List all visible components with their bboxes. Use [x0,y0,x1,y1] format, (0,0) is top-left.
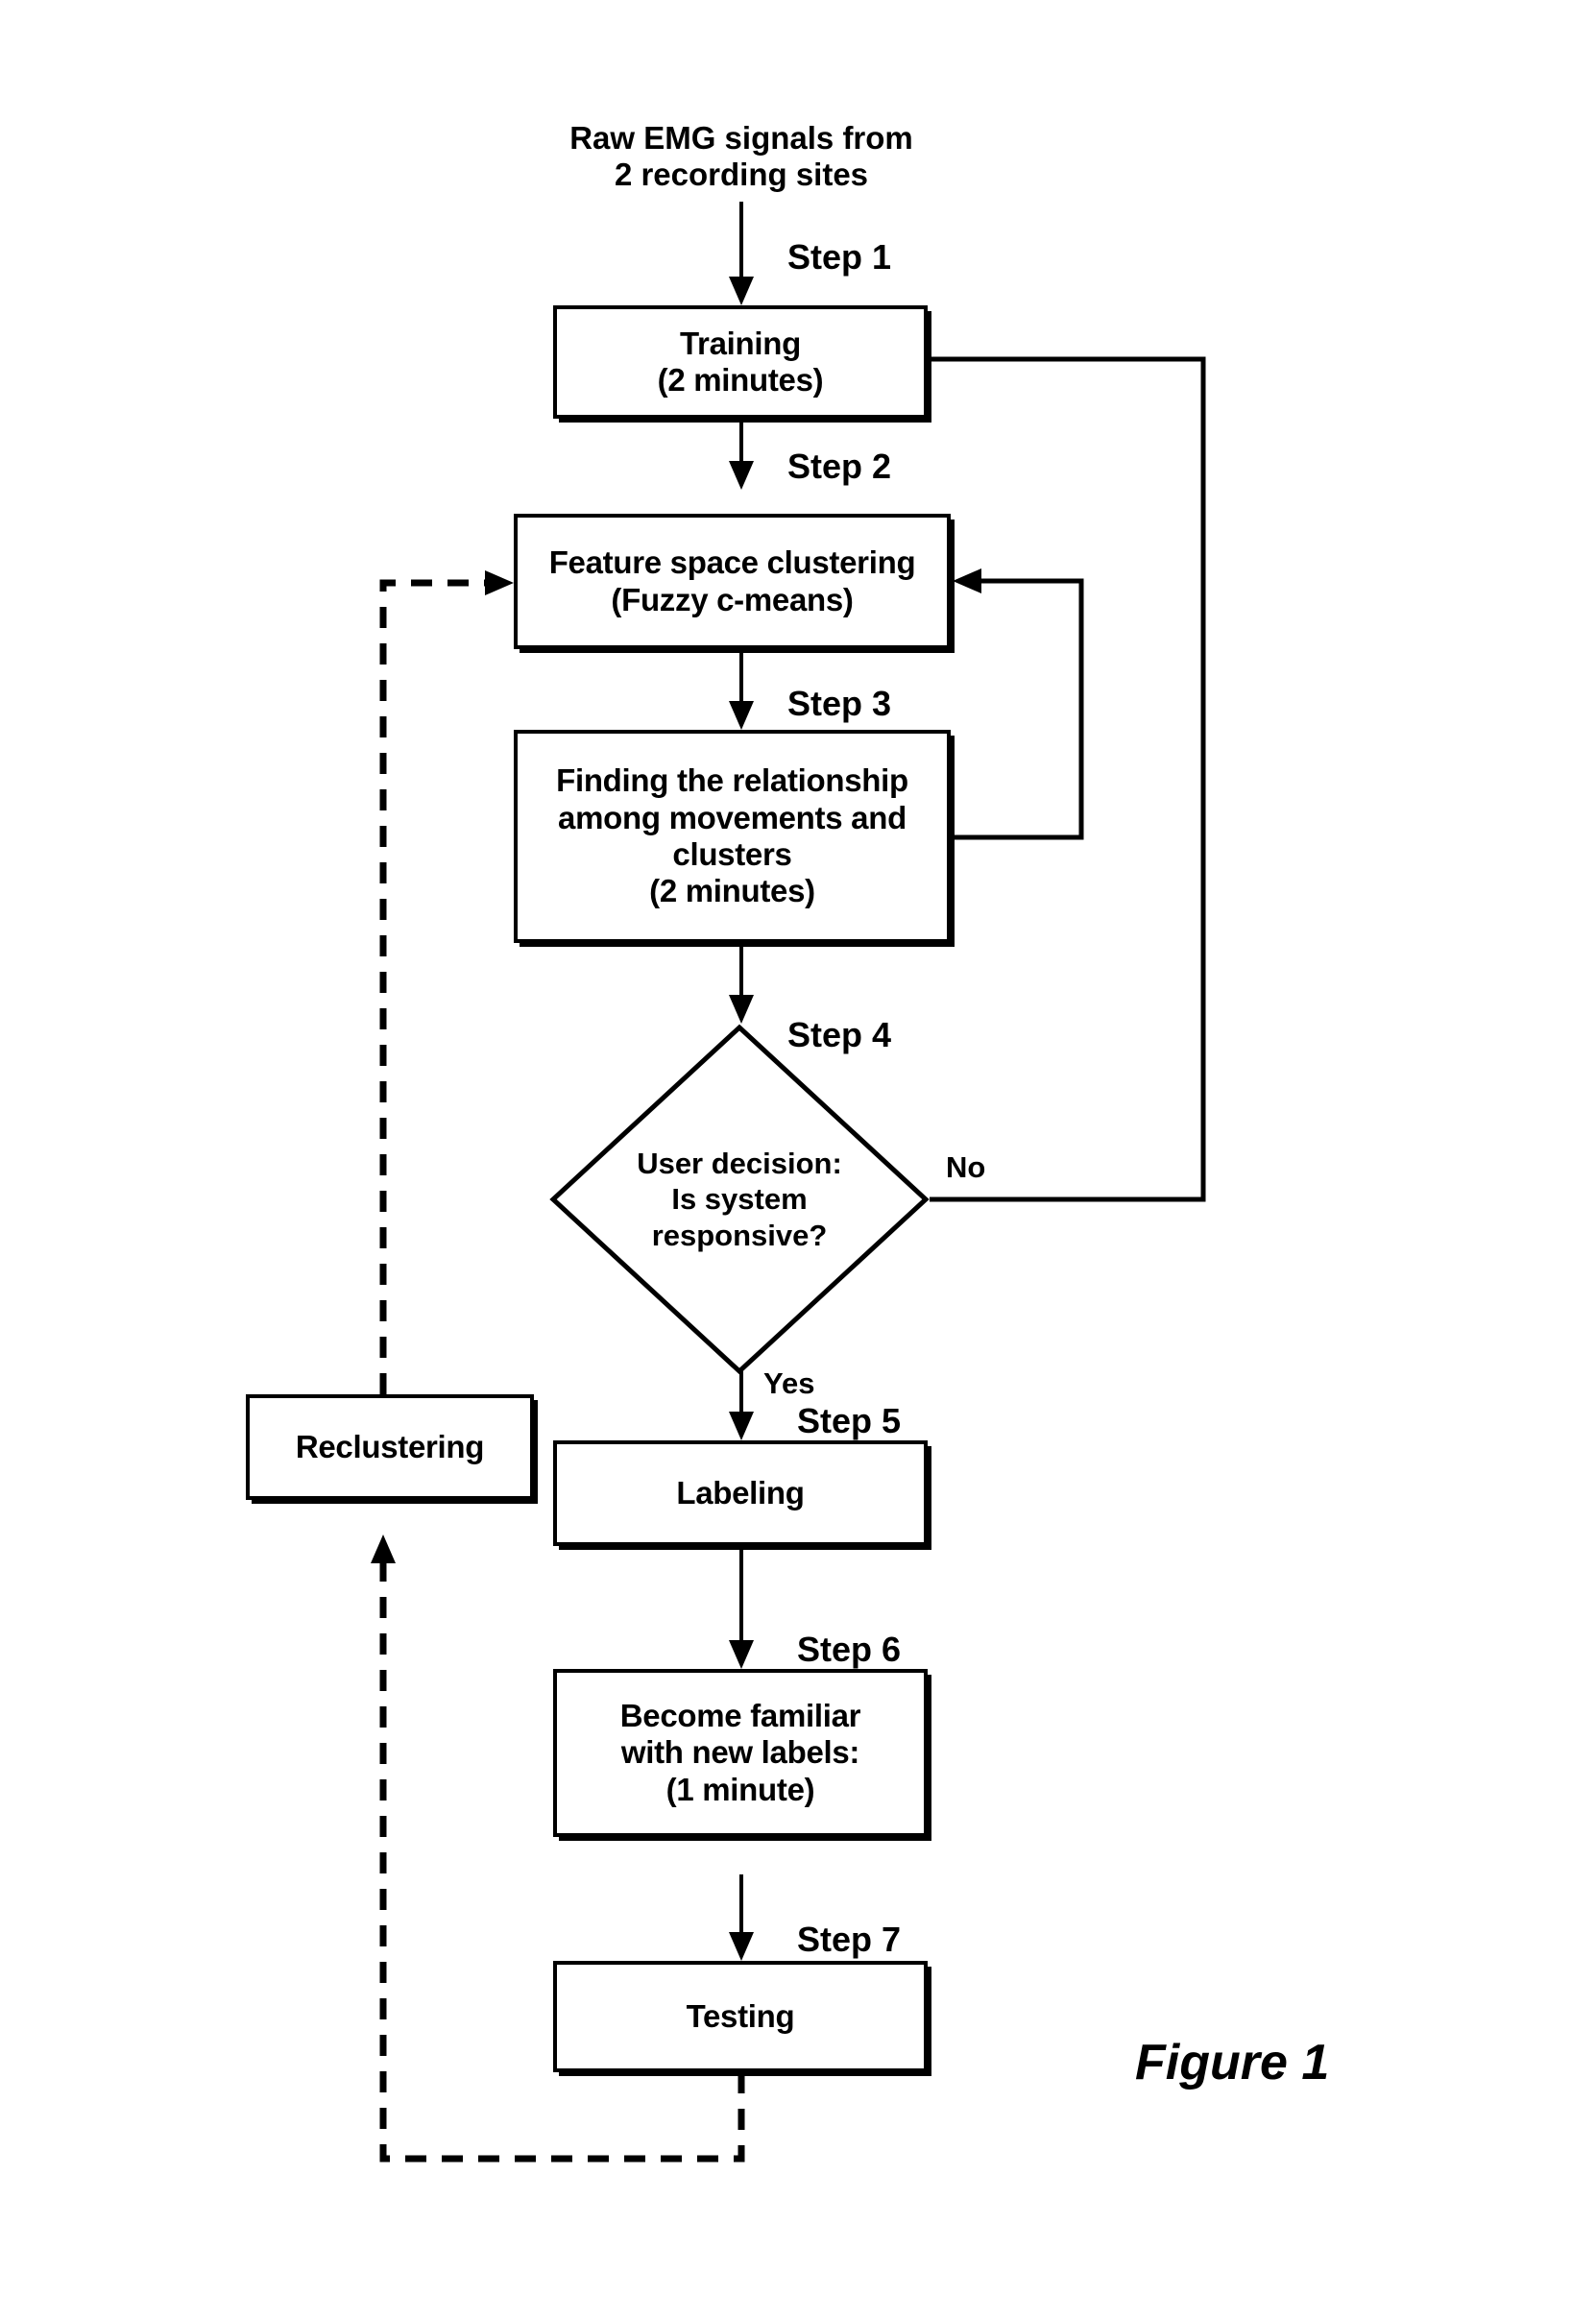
node-step6-label: Become familiar with new labels: (1 minu… [619,1698,861,1807]
arrowhead-step2-to-step3 [729,701,754,730]
arrowhead-step1-to-step2 [729,461,754,490]
edge-label-no: No [946,1150,986,1184]
node-step3-label: Finding the relationship among movements… [556,762,908,909]
node-reclustering[interactable]: Reclustering [246,1394,534,1500]
arrowhead-reclustering-to-step2 [485,570,514,595]
node-step4-user-decision[interactable]: User decision: Is system responsive? [549,1024,930,1375]
node-step7-testing[interactable]: Testing [553,1961,928,2072]
arrowhead-step7-to-reclustering [371,1535,396,1563]
node-step1-label: Training (2 minutes) [657,325,824,398]
step-label-5: Step 5 [797,1401,902,1440]
arrowhead-step3-to-step2-loop [953,568,981,593]
node-step2-feature-clustering[interactable]: Feature space clustering (Fuzzy c-means) [514,514,951,649]
node-step3-finding-relationship[interactable]: Finding the relationship among movements… [514,730,951,943]
step-label-6: Step 6 [797,1630,902,1669]
step-label-1: Step 1 [787,237,892,277]
node-step5-labeling[interactable]: Labeling [553,1440,928,1546]
node-step5-label: Labeling [676,1474,805,1510]
node-step1-training[interactable]: Training (2 minutes) [553,305,928,419]
step-label-2: Step 2 [787,447,892,486]
diamond-shape [549,1024,930,1375]
arrowhead-step6-to-step7 [729,1932,754,1961]
arrowhead-step3-to-step4 [729,995,754,1024]
node-reclustering-label: Reclustering [295,1428,485,1464]
arrowhead-step4-yes-to-step5 [729,1412,754,1440]
edge-label-yes: Yes [763,1366,815,1400]
arrowhead-source-to-step1 [729,277,754,305]
node-step2-label: Feature space clustering (Fuzzy c-means) [548,544,916,617]
arrowhead-step5-to-step6 [729,1640,754,1669]
step-label-3: Step 3 [787,684,892,723]
source-signal-text: Raw EMG signals from 2 recording sites [569,120,913,193]
node-step6-become-familiar[interactable]: Become familiar with new labels: (1 minu… [553,1669,928,1837]
figure-canvas: Raw EMG signals from 2 recording sites S… [0,0,1596,2320]
step-label-7: Step 7 [797,1920,902,1959]
edge-step3-to-step2-loop [930,578,1084,840]
node-step7-label: Testing [686,1997,795,2034]
edge-reclustering-to-step2 [379,579,496,1394]
figure-caption: Figure 1 [1135,2035,1330,2090]
